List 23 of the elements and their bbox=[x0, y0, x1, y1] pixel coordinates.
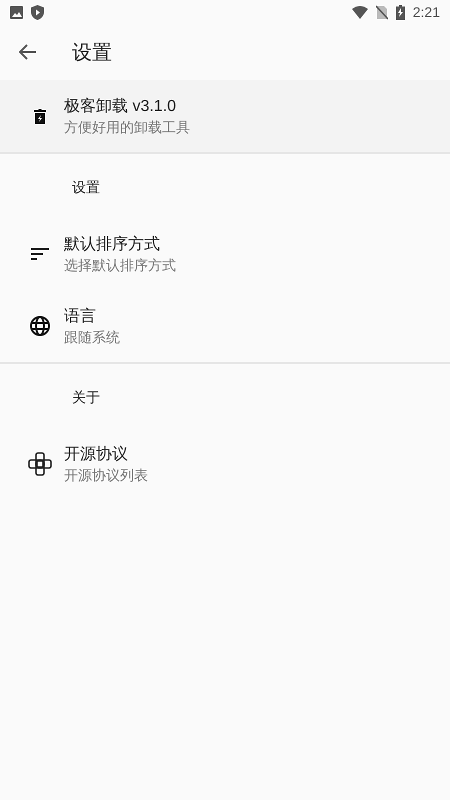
item-title: 开源协议 bbox=[64, 444, 128, 465]
settings-item[interactable]: 极客卸载 v3.1.0 方便好用的卸载工具 bbox=[0, 80, 450, 154]
battery-icon bbox=[396, 4, 405, 20]
wifi-icon bbox=[352, 6, 368, 18]
section-title: 关于 bbox=[72, 389, 100, 407]
section-title: 设置 bbox=[72, 179, 100, 197]
item-summary: 跟随系统 bbox=[64, 328, 120, 346]
item-title: 语言 bbox=[64, 306, 96, 327]
no-sim-icon bbox=[376, 4, 388, 20]
item-summary: 选择默认排序方式 bbox=[64, 256, 176, 274]
license-icon bbox=[28, 452, 52, 476]
item-title: 默认排序方式 bbox=[64, 234, 160, 255]
clock-time: 2:21 bbox=[412, 4, 440, 20]
sort-icon bbox=[31, 248, 49, 260]
page-title: 设置 bbox=[72, 40, 112, 66]
item-title: 极客卸载 v3.1.0 bbox=[64, 96, 176, 117]
back-arrow-icon bbox=[19, 44, 37, 60]
trash-icon bbox=[33, 108, 47, 124]
item-summary: 方便好用的卸载工具 bbox=[64, 118, 190, 136]
image-icon bbox=[10, 6, 23, 18]
shield-icon bbox=[31, 4, 44, 20]
globe-icon bbox=[30, 316, 50, 336]
item-summary: 开源协议列表 bbox=[64, 466, 148, 484]
